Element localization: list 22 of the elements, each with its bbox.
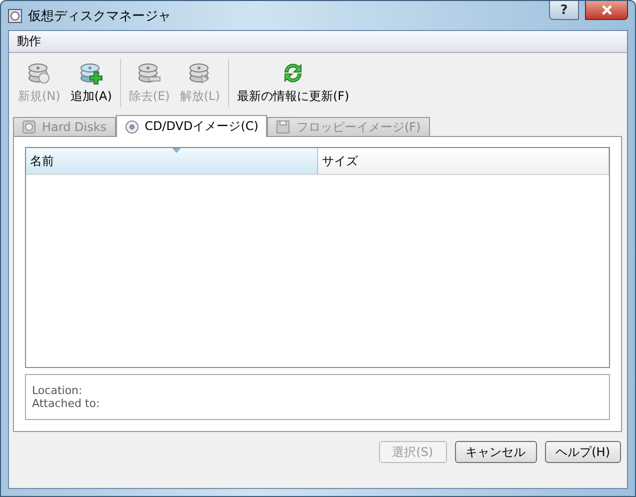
close-button[interactable] <box>585 1 628 20</box>
disk-icon <box>22 120 36 134</box>
column-header[interactable]: サイズ <box>318 148 609 174</box>
detail-label: Location: <box>32 384 84 397</box>
toolbar-button[interactable]: 追加(A) <box>65 59 117 107</box>
menu-item[interactable]: 動作 <box>15 33 43 50</box>
remove-disk-icon <box>137 61 162 85</box>
dialog-button[interactable]: キャンセル <box>454 441 537 463</box>
disk-stack-icon <box>27 61 52 85</box>
column-header[interactable]: 名前 <box>26 148 318 174</box>
sort-arrow-icon <box>172 148 180 153</box>
close-icon <box>600 5 612 15</box>
disk-icon <box>8 8 22 22</box>
cd-icon <box>124 120 139 134</box>
help-button[interactable]: ? <box>549 1 579 20</box>
detail-label: Attached to: <box>32 397 101 410</box>
floppy-icon <box>276 120 290 134</box>
add-disk-icon <box>79 61 104 85</box>
window-title: 仮想ディスクマネージャ <box>28 8 172 24</box>
tab[interactable]: CD/DVDイメージ(C) <box>116 115 268 137</box>
toolbar-button[interactable]: 最新の情報に更新(F) <box>232 59 354 107</box>
dialog-button[interactable]: ヘルプ(H) <box>544 441 621 463</box>
